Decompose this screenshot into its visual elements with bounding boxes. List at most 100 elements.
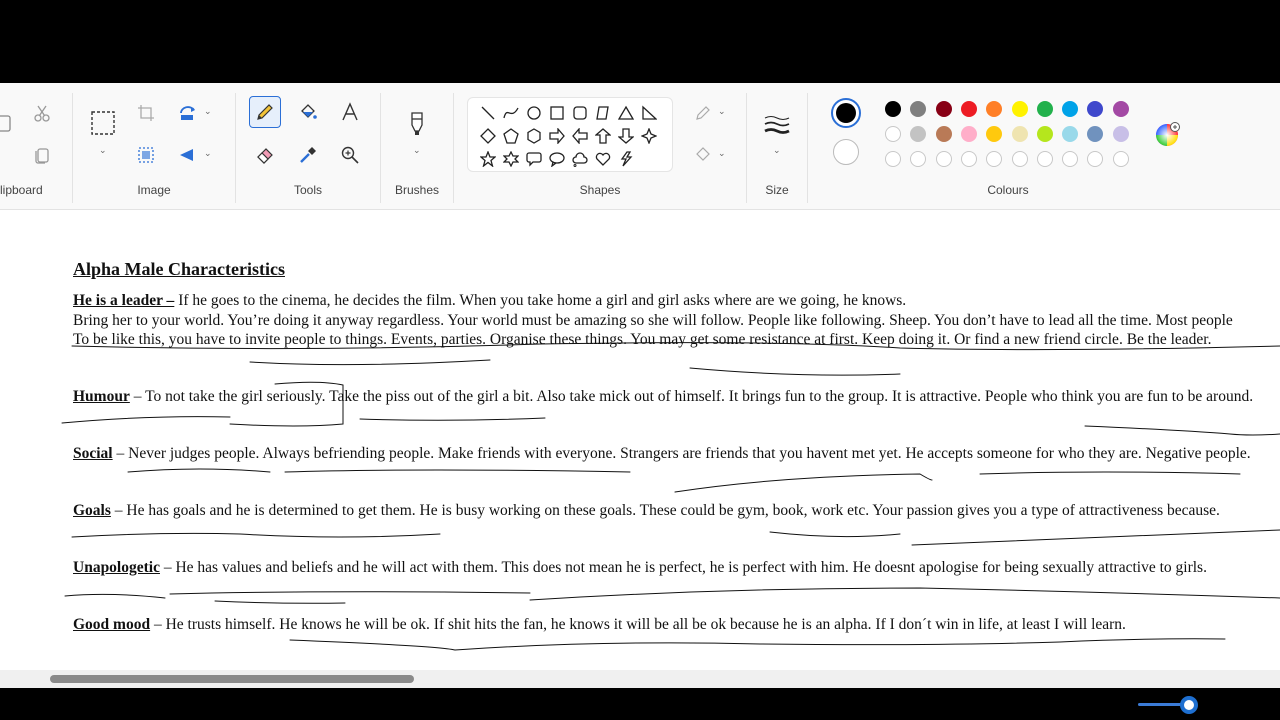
custom-colour-slot[interactable] — [960, 151, 977, 167]
fill-bucket-icon[interactable] — [292, 96, 324, 128]
ink-stroke — [64, 593, 166, 599]
clipboard-group: lipboard — [0, 83, 72, 210]
oval-callout-shape-icon[interactable] — [547, 149, 567, 169]
select-button[interactable] — [87, 107, 119, 139]
fill-icon[interactable] — [687, 139, 719, 171]
rounded-rectangle-shape-icon[interactable] — [570, 103, 590, 123]
paste-button[interactable] — [0, 107, 20, 139]
paragraph-text: – He has values and beliefs and he will … — [159, 559, 1207, 576]
colour-swatch[interactable] — [1036, 126, 1053, 142]
custom-colour-slot[interactable] — [1112, 151, 1129, 167]
horizontal-scrollbar-thumb[interactable] — [50, 675, 414, 683]
ink-stroke — [769, 531, 901, 538]
polygon-shape-icon[interactable] — [593, 103, 613, 123]
tools-group: Tools — [236, 83, 380, 210]
fill-chevron-down-icon[interactable]: ⌄ — [718, 149, 726, 159]
rectangle-shape-icon[interactable] — [547, 103, 567, 123]
resize-icon[interactable] — [130, 139, 162, 171]
tools-label: Tools — [293, 183, 322, 197]
colour-swatch[interactable] — [885, 101, 901, 117]
size-chevron-down-icon[interactable]: ⌄ — [773, 146, 781, 156]
document-title: Alpha Male Characteristics — [73, 259, 285, 279]
lightning-shape-icon[interactable] — [616, 149, 636, 169]
cloud-callout-shape-icon[interactable] — [570, 149, 590, 169]
ink-stroke — [1084, 425, 1280, 436]
rotate-chevron-down-icon[interactable]: ⌄ — [204, 107, 212, 117]
line-shape-icon[interactable] — [478, 103, 498, 123]
document-paragraph: Social – Never judges people. Always bef… — [73, 444, 1251, 464]
primary-color-swatch[interactable] — [831, 98, 861, 128]
ink-stroke — [214, 600, 346, 604]
drawing-canvas[interactable]: Alpha Male Characteristics He is a leade… — [0, 210, 1280, 670]
right-triangle-shape-icon[interactable] — [639, 103, 659, 123]
colour-swatch[interactable] — [1062, 101, 1079, 117]
colour-swatch[interactable] — [960, 126, 977, 142]
down-arrow-shape-icon[interactable] — [616, 126, 636, 146]
brushes-label: Brushes — [394, 183, 440, 197]
colour-swatch[interactable] — [1036, 101, 1053, 117]
text-tool-icon[interactable] — [334, 96, 366, 128]
document-paragraph: Good mood – He trusts himself. He knows … — [73, 615, 1126, 635]
eraser-icon[interactable] — [249, 139, 281, 171]
flip-chevron-down-icon[interactable]: ⌄ — [204, 149, 212, 159]
heart-shape-icon[interactable] — [593, 149, 613, 169]
custom-colour-slot[interactable] — [885, 151, 901, 167]
primary-color-fill — [836, 103, 856, 123]
pentagon-shape-icon[interactable] — [501, 126, 521, 146]
ink-stroke — [359, 417, 546, 421]
ink-stroke — [289, 638, 1226, 651]
colour-swatch[interactable] — [1112, 101, 1129, 117]
select-chevron-down-icon[interactable]: ⌄ — [99, 146, 107, 156]
color-picker-icon[interactable] — [292, 139, 324, 171]
brushes-chevron-down-icon[interactable]: ⌄ — [413, 146, 421, 156]
paragraph-line: Humour – To not take the girl seriously.… — [73, 387, 1253, 407]
four-point-star-shape-icon[interactable] — [639, 126, 659, 146]
paragraph-line: He is a leader – If he goes to the cinem… — [73, 291, 1233, 311]
copy-icon[interactable] — [26, 139, 58, 171]
curve-shape-icon[interactable] — [501, 103, 521, 123]
rotate-icon[interactable] — [172, 97, 204, 129]
colour-swatch[interactable] — [885, 126, 901, 142]
colour-swatch[interactable] — [1112, 126, 1129, 142]
cut-icon[interactable] — [26, 97, 58, 129]
colour-swatch[interactable] — [1062, 126, 1079, 142]
five-point-star-shape-icon[interactable] — [478, 149, 498, 169]
horizontal-scrollbar[interactable] — [0, 670, 1280, 688]
colour-swatch[interactable] — [960, 101, 977, 117]
left-arrow-shape-icon[interactable] — [570, 126, 590, 146]
six-point-star-shape-icon[interactable] — [501, 149, 521, 169]
crop-icon[interactable] — [130, 97, 162, 129]
paragraph-line: Good mood – He trusts himself. He knows … — [73, 615, 1126, 635]
paragraph-text: – To not take the girl seriously. Take t… — [129, 388, 1254, 405]
edit-colours-icon[interactable] — [1152, 119, 1182, 149]
up-arrow-shape-icon[interactable] — [593, 126, 613, 146]
flip-icon[interactable] — [172, 139, 204, 171]
zoom-slider-thumb[interactable] — [1180, 696, 1198, 714]
size-lines-icon[interactable] — [761, 109, 793, 141]
rounded-callout-shape-icon[interactable] — [524, 149, 544, 169]
magnifier-icon[interactable] — [334, 139, 366, 171]
right-arrow-shape-icon[interactable] — [547, 126, 567, 146]
triangle-shape-icon[interactable] — [616, 103, 636, 123]
secondary-color-swatch[interactable] — [833, 139, 859, 165]
outline-icon[interactable] — [687, 97, 719, 129]
paragraph-line: Goals – He has goals and he is determine… — [73, 501, 1220, 521]
custom-colour-slot[interactable] — [1062, 151, 1079, 167]
ink-stroke — [911, 529, 1280, 546]
hexagon-shape-icon[interactable] — [524, 126, 544, 146]
custom-colour-slot[interactable] — [935, 151, 952, 167]
pencil-tool-button[interactable] — [249, 96, 281, 128]
colour-swatch[interactable] — [935, 101, 952, 117]
custom-colour-slot[interactable] — [1011, 151, 1028, 167]
colour-swatch[interactable] — [1011, 101, 1028, 117]
oval-shape-icon[interactable] — [524, 103, 544, 123]
image-label: Image — [137, 183, 171, 197]
colour-swatch[interactable] — [935, 126, 952, 142]
paragraph-line: To be like this, you have to invite peop… — [73, 330, 1233, 350]
diamond-shape-icon[interactable] — [478, 126, 498, 146]
custom-colour-slot[interactable] — [1036, 151, 1053, 167]
brush-icon[interactable] — [401, 107, 433, 139]
paragraph-text: – He has goals and he is determined to g… — [110, 502, 1220, 519]
colour-swatch[interactable] — [1011, 126, 1028, 142]
outline-chevron-down-icon[interactable]: ⌄ — [718, 107, 726, 117]
